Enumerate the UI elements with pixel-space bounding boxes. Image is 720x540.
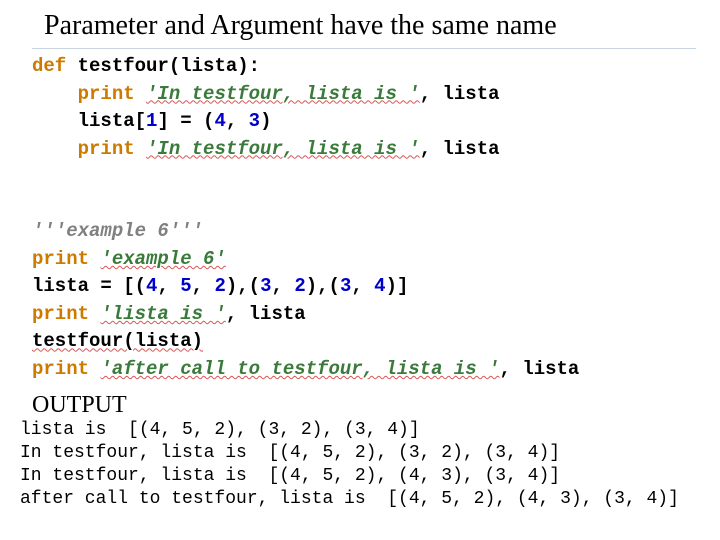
idx-open: lista[ xyxy=(78,110,146,132)
kw-print: print xyxy=(78,83,135,105)
v4: 3 xyxy=(260,275,271,297)
slide-title: Parameter and Argument have the same nam… xyxy=(44,10,696,42)
output-label: OUTPUT xyxy=(32,392,696,419)
kw-print5: print xyxy=(32,358,89,380)
param: lista xyxy=(180,55,237,77)
endlist: )] xyxy=(386,275,409,297)
assign-head: lista = [( xyxy=(32,275,146,297)
str-ex6: 'example 6' xyxy=(100,248,225,270)
mc1: ),( xyxy=(226,275,260,297)
tb: 3 xyxy=(249,110,260,132)
ta: 4 xyxy=(214,110,225,132)
kw-print4: print xyxy=(32,303,89,325)
kw-print2: print xyxy=(78,138,135,160)
idx-close: ] = ( xyxy=(157,110,214,132)
lista-ref2: lista xyxy=(443,138,500,160)
kw-def: def xyxy=(32,55,66,77)
call: testfour(lista) xyxy=(32,330,203,352)
str-in1: 'In testfour, lista is ' xyxy=(146,83,420,105)
str-listais: 'lista is ' xyxy=(100,303,225,325)
out-l2: In testfour, lista is [(4, 5, 2), (3, 2)… xyxy=(20,443,560,463)
v1: 4 xyxy=(146,275,157,297)
code-block: def testfour(lista): print 'In testfour,… xyxy=(32,48,696,384)
v7: 4 xyxy=(374,275,385,297)
output-block: lista is [(4, 5, 2), (3, 2), (3, 4)] In … xyxy=(20,419,696,511)
str-after: 'after call to testfour, lista is ' xyxy=(100,358,499,380)
docstring: '''example 6''' xyxy=(32,220,203,242)
v3: 2 xyxy=(214,275,225,297)
close-paren: ) xyxy=(260,110,271,132)
idx-num: 1 xyxy=(146,110,157,132)
out-l4: after call to testfour, lista is [(4, 5,… xyxy=(20,489,679,509)
slide: Parameter and Argument have the same nam… xyxy=(0,0,720,540)
lista-ref: lista xyxy=(443,83,500,105)
kw-print3: print xyxy=(32,248,89,270)
fn-name: testfour xyxy=(78,55,169,77)
out-l1: lista is [(4, 5, 2), (3, 2), (3, 4)] xyxy=(20,420,420,440)
v5: 2 xyxy=(294,275,305,297)
v6: 3 xyxy=(340,275,351,297)
lista-ref4: lista xyxy=(522,358,579,380)
mc2: ),( xyxy=(306,275,340,297)
out-l3: In testfour, lista is [(4, 5, 2), (4, 3)… xyxy=(20,466,560,486)
str-in2: 'In testfour, lista is ' xyxy=(146,138,420,160)
lista-ref3: lista xyxy=(249,303,306,325)
v2: 5 xyxy=(180,275,191,297)
